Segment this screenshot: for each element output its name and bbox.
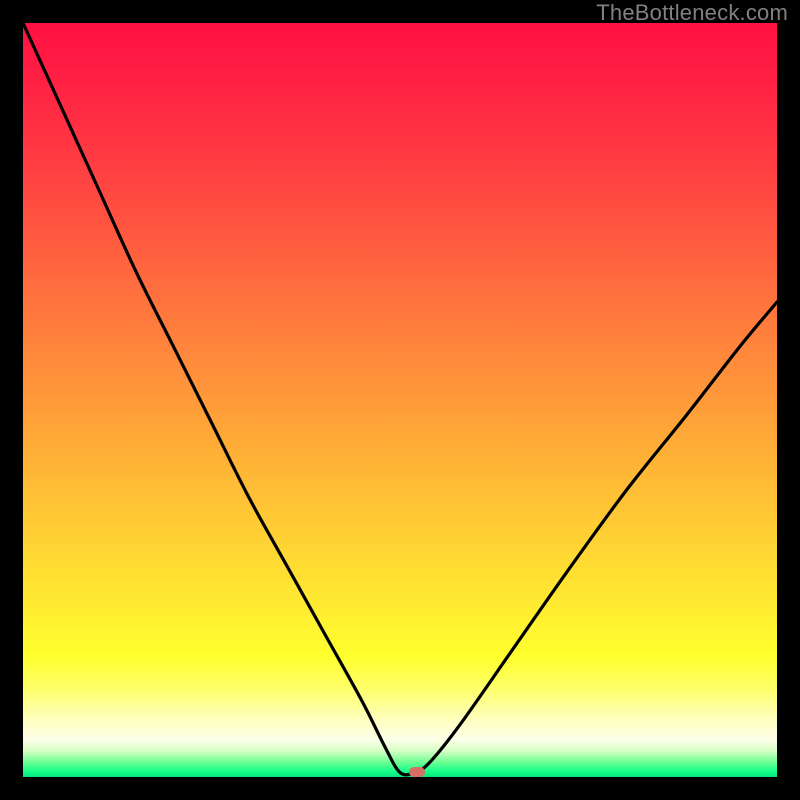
- chart-frame: TheBottleneck.com: [0, 0, 800, 800]
- plot-area: [23, 23, 777, 777]
- bottleneck-curve-svg: [23, 23, 777, 777]
- bottleneck-curve-path: [23, 23, 777, 775]
- optimal-point-marker: [409, 767, 425, 777]
